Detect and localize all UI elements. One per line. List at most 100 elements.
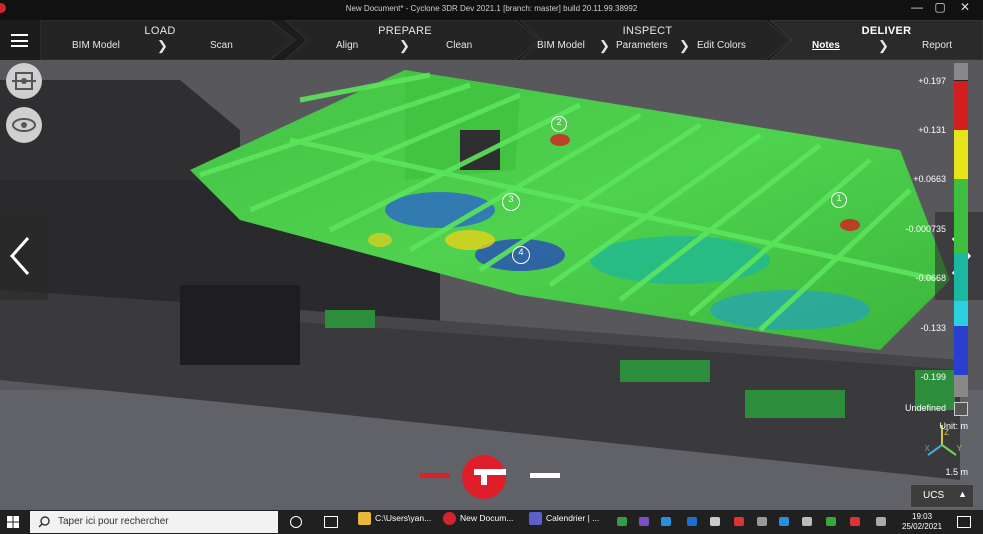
- scale-segment: [954, 301, 968, 326]
- taskbar-app-label: New Docum...: [460, 512, 514, 523]
- stage-inspect-title: INSPECT: [622, 25, 673, 37]
- scale-label: +0.197: [918, 76, 946, 86]
- step-notes[interactable]: Notes: [812, 40, 840, 51]
- undefined-label: Undefined: [904, 403, 946, 413]
- step-align[interactable]: Align: [336, 40, 358, 51]
- tray-icon[interactable]: [734, 517, 744, 526]
- scale-length-label: 1.5 m: [945, 467, 968, 477]
- tray-icon[interactable]: [710, 517, 720, 526]
- taskbar-app-explorer[interactable]: C:\Users\yan...: [358, 512, 431, 532]
- scene-render: [0, 60, 983, 510]
- caret-up-icon: ▲: [958, 489, 967, 499]
- chevron-right-icon: ❯: [599, 38, 610, 53]
- chevron-right-icon: ❯: [399, 38, 410, 53]
- clock-time: 19:03: [912, 512, 933, 521]
- visibility-button[interactable]: [6, 107, 42, 143]
- taskbar-app-label: Calendrier | ...: [546, 512, 600, 523]
- chevron-right-icon: ❯: [157, 38, 168, 53]
- eye-icon: [12, 118, 36, 132]
- scale-label: -0.000735: [905, 224, 946, 234]
- note-marker-3[interactable]: 3: [502, 193, 520, 211]
- stage-load-title: LOAD: [144, 25, 176, 37]
- menu-icon[interactable]: [11, 34, 28, 47]
- chevron-right-icon: ❯: [878, 38, 889, 53]
- scale-segment: [954, 63, 968, 81]
- taskbar-app-calendar[interactable]: Calendrier | ...: [529, 512, 599, 532]
- volume-icon[interactable]: [802, 517, 812, 526]
- stage-load: LOAD BIM Model ❯ Scan: [40, 20, 296, 60]
- marker-label: 3: [508, 194, 514, 204]
- axis-y-label: Y: [956, 444, 962, 453]
- scale-segment: [954, 326, 968, 375]
- title-bar: New Document* - Cyclone 3DR Dev 2021.1 […: [0, 0, 983, 20]
- tray-icon[interactable]: [639, 517, 649, 526]
- chevron-left-icon: [9, 237, 30, 275]
- axis-z-label: Z: [944, 428, 949, 437]
- stage-deliver: DELIVER Notes ❯ Report: [770, 20, 983, 60]
- wifi-icon[interactable]: [757, 517, 767, 526]
- scale-segment: [954, 81, 968, 130]
- marker-label: 4: [518, 247, 524, 257]
- step-scan[interactable]: Scan: [210, 40, 233, 51]
- marker-label: 2: [556, 117, 562, 127]
- window-title: New Document* - Cyclone 3DR Dev 2021.1 […: [345, 4, 638, 13]
- taskbar-search[interactable]: Taper ici pour rechercher: [30, 511, 278, 533]
- ucs-dropdown[interactable]: UCS ▲: [910, 484, 974, 508]
- minimize-button[interactable]: —: [905, 0, 929, 16]
- task-view-icon[interactable]: [324, 516, 338, 528]
- search-icon: [38, 516, 50, 528]
- scale-segment: [954, 253, 968, 301]
- stage-prepare: PREPARE Align ❯ Clean: [285, 20, 541, 60]
- fit-view-icon: [12, 72, 36, 90]
- stage-prepare-title: PREPARE: [378, 25, 432, 37]
- scale-segment: [954, 130, 968, 179]
- marker-label: 1: [836, 193, 842, 203]
- taskbar-app-label: C:\Users\yan...: [375, 512, 432, 523]
- note-marker-1[interactable]: 1: [831, 192, 847, 208]
- tray-icon[interactable]: [779, 517, 789, 526]
- step-clean[interactable]: Clean: [446, 40, 472, 51]
- calendar-icon: [529, 512, 542, 525]
- step-edit-colors[interactable]: Edit Colors: [697, 40, 746, 51]
- windows-start-icon[interactable]: [7, 516, 19, 528]
- step-report[interactable]: Report: [922, 40, 952, 51]
- tray-icon[interactable]: [617, 517, 627, 526]
- undefined-color-swatch: [954, 402, 968, 416]
- previous-arrow-button[interactable]: [0, 212, 48, 300]
- step-parameters[interactable]: Parameters: [616, 40, 668, 51]
- step-bim-model-inspect[interactable]: BIM Model: [537, 40, 585, 51]
- scale-label: -0.199: [920, 372, 946, 382]
- folder-icon: [358, 512, 371, 525]
- workflow-ribbon: LOAD BIM Model ❯ Scan PREPARE Align ❯ Cl…: [0, 20, 983, 60]
- cyclone-app-icon: [443, 512, 456, 525]
- 3d-viewport[interactable]: 2 1 3 4: [0, 60, 983, 510]
- ucs-label: UCS: [923, 490, 945, 501]
- stage-inspect: INSPECT BIM Model ❯ Parameters ❯ Edit Co…: [520, 20, 791, 60]
- fit-view-button[interactable]: [6, 63, 42, 99]
- clock-date: 25/02/2021: [902, 522, 943, 531]
- taskbar-clock[interactable]: 19:03 25/02/2021: [902, 512, 942, 532]
- chevron-right-icon: ❯: [679, 38, 690, 53]
- stage-deliver-title: DELIVER: [861, 25, 912, 37]
- tray-icon[interactable]: [687, 517, 697, 526]
- pen-icon[interactable]: [876, 517, 886, 526]
- scale-label: +0.131: [918, 125, 946, 135]
- notifications-icon[interactable]: [957, 516, 971, 528]
- scale-label: -0.133: [920, 323, 946, 333]
- taskbar-app-cyclone[interactable]: New Docum...: [443, 512, 513, 532]
- tray-icon[interactable]: [850, 517, 860, 526]
- maximize-button[interactable]: ▢: [928, 0, 952, 16]
- note-marker-4[interactable]: 4: [512, 246, 530, 264]
- scale-segment: [954, 375, 968, 397]
- tray-icon[interactable]: [661, 517, 671, 526]
- tray-icon[interactable]: [826, 517, 836, 526]
- scale-label: +0.0663: [913, 174, 946, 184]
- note-marker-2[interactable]: 2: [551, 116, 567, 132]
- cortana-icon[interactable]: [290, 516, 302, 528]
- axis-x-label: X: [924, 444, 930, 453]
- scale-segment: [954, 179, 968, 253]
- search-placeholder: Taper ici pour rechercher: [58, 516, 169, 527]
- close-button[interactable]: ✕: [953, 0, 977, 16]
- step-bim-model-load[interactable]: BIM Model: [72, 40, 120, 51]
- color-scale-bar: [954, 63, 968, 397]
